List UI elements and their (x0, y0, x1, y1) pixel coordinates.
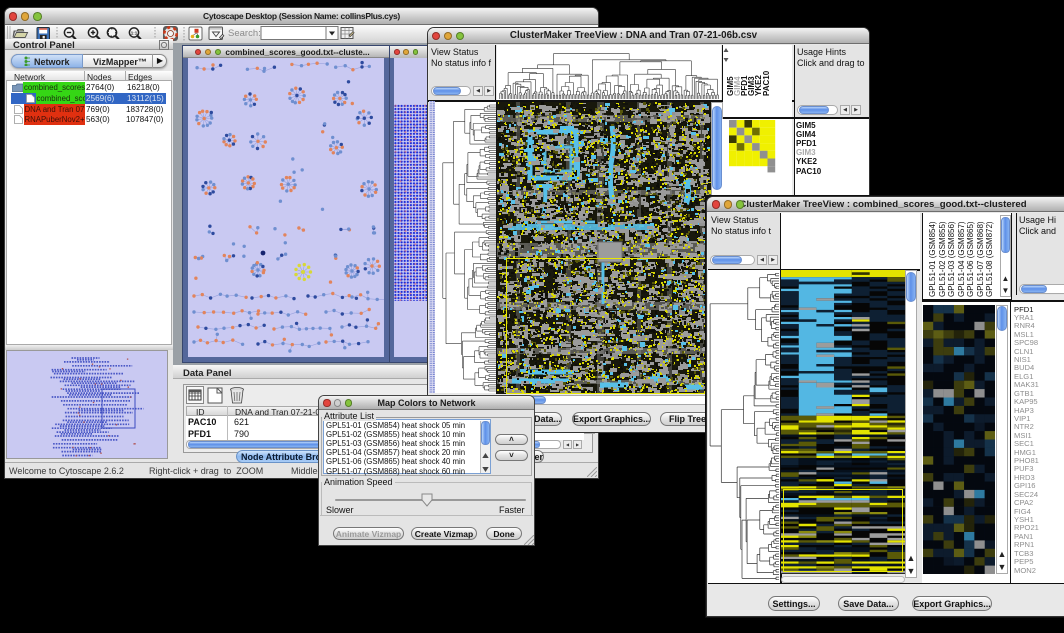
svg-text:1:1: 1:1 (131, 30, 138, 35)
svg-text:Search:: Search: (228, 28, 261, 39)
